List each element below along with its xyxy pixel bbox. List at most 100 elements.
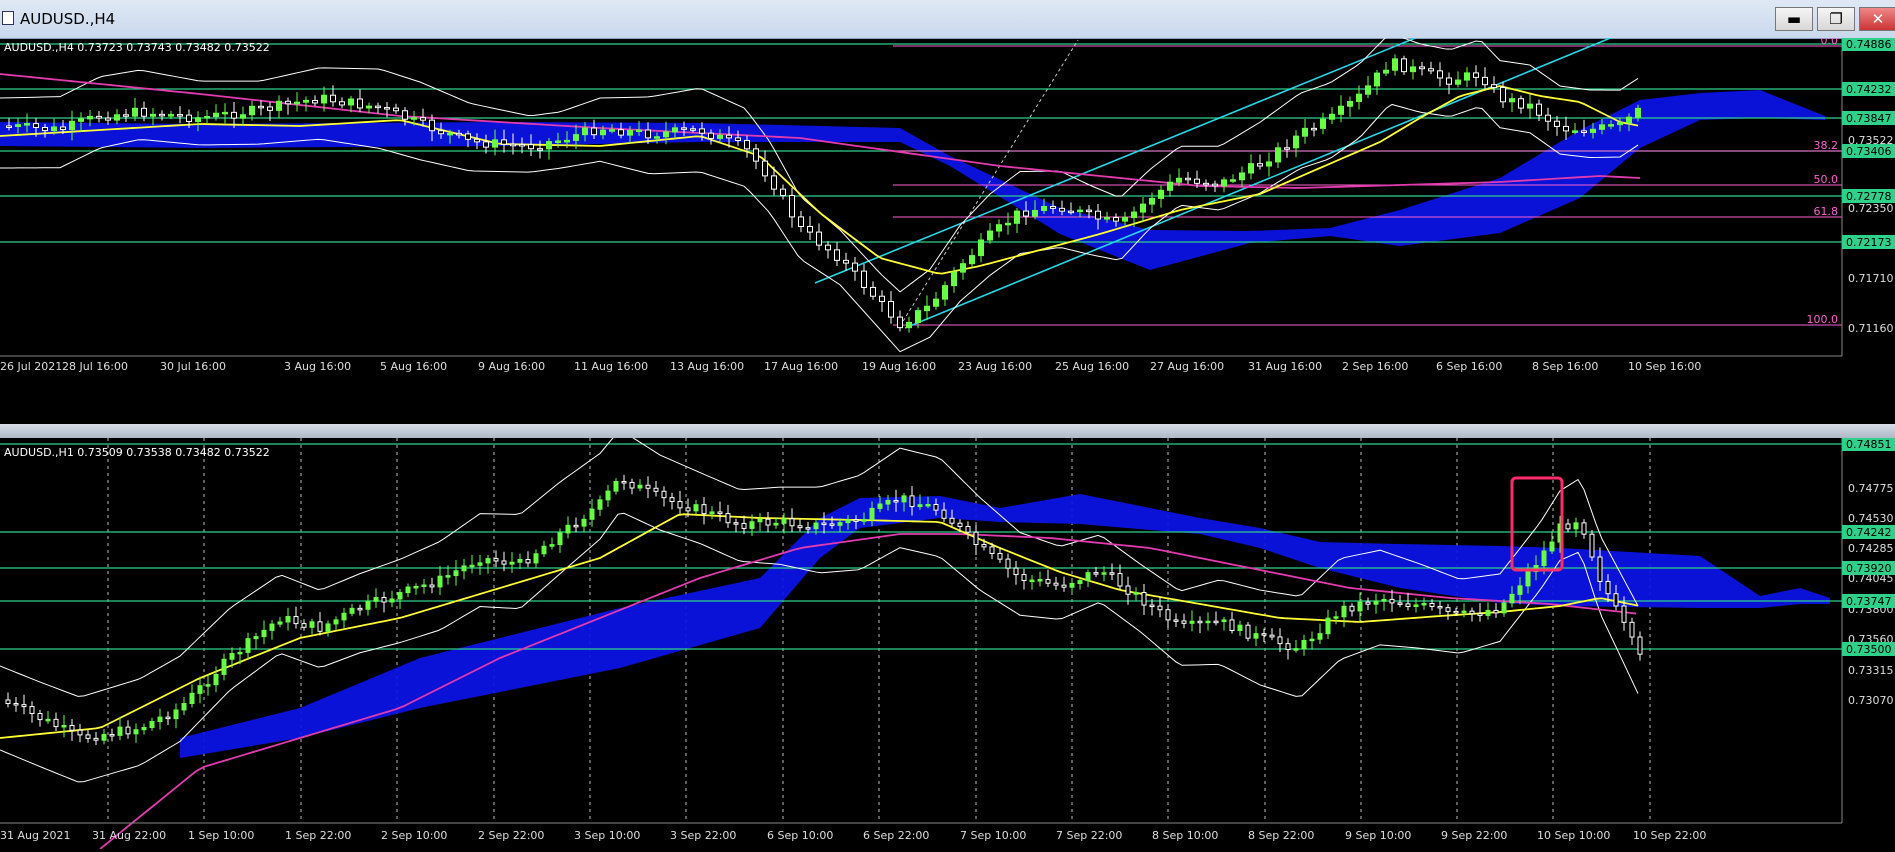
h1-candle-body bbox=[1325, 617, 1331, 635]
h4-candle-body bbox=[573, 134, 579, 141]
h1-time-label: 6 Sep 22:00 bbox=[863, 829, 929, 842]
h1-candle-body bbox=[309, 621, 315, 628]
h1-chart-pane[interactable]: 0.74775 0.74530 0.74285 0.74045 0.73800 0.735… bbox=[0, 431, 1895, 850]
h1-candle-body bbox=[1189, 620, 1195, 624]
h4-candle-body bbox=[1437, 70, 1443, 79]
h1-candle-body bbox=[421, 584, 427, 587]
h1-candle-body bbox=[437, 575, 443, 588]
h4-candle-body bbox=[330, 94, 336, 103]
h4-time-label: 23 Aug 16:00 bbox=[958, 360, 1032, 373]
h1-time-label: 3 Sep 22:00 bbox=[670, 829, 736, 842]
h1-candle-body bbox=[949, 517, 955, 524]
h1-candle-body bbox=[605, 490, 611, 501]
h4-candle-body bbox=[654, 136, 660, 139]
h4-level-label: 0.74232 bbox=[1846, 83, 1892, 96]
h1-candle-body bbox=[901, 495, 907, 503]
h1-candle-body bbox=[965, 525, 971, 533]
h1-candle-body bbox=[1037, 579, 1043, 582]
h4-candle-body bbox=[366, 105, 372, 109]
close-button[interactable]: ✕ bbox=[1859, 7, 1895, 31]
h4-candle-body bbox=[1518, 98, 1524, 109]
h1-candle-body bbox=[149, 721, 155, 729]
h4-candle-body bbox=[1554, 120, 1560, 127]
h4-candle-body bbox=[1104, 217, 1110, 220]
h4-chart-pane[interactable]: 0.038.250.061.8100.00.744100.735220.7235… bbox=[0, 31, 1895, 424]
h1-candle-body bbox=[93, 737, 99, 741]
h4-candle-body bbox=[663, 131, 669, 138]
h4-candle-body bbox=[123, 114, 129, 117]
h4-candle-body bbox=[1086, 209, 1092, 213]
h4-candle-body bbox=[888, 301, 894, 318]
h4-candle-body bbox=[564, 139, 570, 143]
h1-candle-body bbox=[1333, 616, 1339, 619]
h4-candle-body bbox=[645, 129, 651, 139]
h4-candle-body bbox=[1077, 209, 1083, 213]
h1-candle-body bbox=[1549, 541, 1555, 552]
h1-candle-body bbox=[1245, 624, 1251, 639]
h1-candle-body bbox=[189, 692, 195, 705]
h4-candle-body bbox=[1473, 72, 1479, 78]
h1-candle-body bbox=[101, 733, 107, 741]
h1-time-label: 1 Sep 10:00 bbox=[188, 829, 254, 842]
h4-candle-body bbox=[1572, 130, 1578, 133]
h4-price-chart[interactable]: 0.038.250.061.8100.00.744100.735220.7235… bbox=[0, 31, 1895, 424]
h1-candle-body bbox=[933, 503, 939, 511]
h1-candle-body bbox=[925, 503, 931, 507]
h1-candle-body bbox=[45, 718, 51, 722]
h1-candle-body bbox=[989, 546, 995, 554]
h4-time-label: 28 Jul 16:00 bbox=[62, 360, 128, 373]
h4-level-label: 0.73406 bbox=[1846, 145, 1892, 158]
h1-time-label: 2 Sep 10:00 bbox=[381, 829, 447, 842]
h4-candle-body bbox=[708, 132, 714, 139]
h4-candle-body bbox=[1356, 93, 1362, 102]
h1-candle-body bbox=[1221, 619, 1227, 623]
chart-splitter[interactable] bbox=[0, 424, 1895, 438]
h1-candle-body bbox=[1573, 522, 1579, 530]
h1-candle-body bbox=[693, 504, 699, 512]
h1-candle-body bbox=[837, 522, 843, 526]
h4-candle-body bbox=[1401, 58, 1407, 73]
h1-candle-body bbox=[717, 511, 723, 515]
h4-candle-body bbox=[690, 128, 696, 131]
h1-candle-body bbox=[61, 725, 67, 728]
h1-candle-body bbox=[173, 709, 179, 720]
h1-candle-body bbox=[1453, 610, 1459, 614]
h4-candle-body bbox=[906, 321, 912, 329]
h4-candle-body bbox=[1194, 178, 1200, 184]
h1-candle-body bbox=[277, 621, 283, 625]
h4-candle-body bbox=[294, 101, 300, 105]
h1-candle-body bbox=[757, 518, 763, 523]
h1-candle-body bbox=[53, 718, 59, 728]
h4-candle-body bbox=[1527, 103, 1533, 109]
h1-candle-body bbox=[1253, 633, 1259, 639]
h4-candle-body bbox=[1005, 222, 1011, 226]
h4-time-label: 10 Sep 16:00 bbox=[1628, 360, 1701, 373]
h4-candle-body bbox=[555, 140, 561, 143]
h1-candle-body bbox=[509, 561, 515, 565]
h4-candle-body bbox=[231, 111, 237, 119]
h1-candle-body bbox=[1293, 648, 1299, 651]
h1-level-label: 0.73920 bbox=[1846, 562, 1892, 575]
h1-candle-body bbox=[13, 703, 19, 706]
h4-candle-body bbox=[618, 129, 624, 136]
h1-candle-body bbox=[1613, 593, 1619, 607]
h1-candle-body bbox=[205, 684, 211, 687]
h1-candle-body bbox=[1261, 633, 1267, 636]
h4-candle-body bbox=[33, 123, 39, 129]
h1-candle-body bbox=[1405, 603, 1411, 607]
maximize-button[interactable]: ❐ bbox=[1817, 7, 1855, 31]
h1-candle-body bbox=[645, 484, 651, 489]
h1-candle-body bbox=[125, 726, 131, 735]
h4-candle-body bbox=[1599, 124, 1605, 130]
h4-candle-body bbox=[195, 117, 201, 122]
h1-candle-body bbox=[1373, 600, 1379, 605]
h1-candle-body bbox=[461, 565, 467, 572]
minimize-button[interactable]: ▬ bbox=[1775, 7, 1813, 31]
h4-candle-body bbox=[1275, 147, 1281, 163]
h4-candle-body bbox=[402, 110, 408, 120]
h4-candle-body bbox=[789, 195, 795, 218]
h1-candle-body bbox=[1301, 639, 1307, 650]
h1-candle-body bbox=[317, 621, 323, 632]
h1-price-chart[interactable]: 0.747750.745300.742850.740450.738000.735… bbox=[0, 431, 1895, 850]
h4-candle-body bbox=[1212, 183, 1218, 187]
